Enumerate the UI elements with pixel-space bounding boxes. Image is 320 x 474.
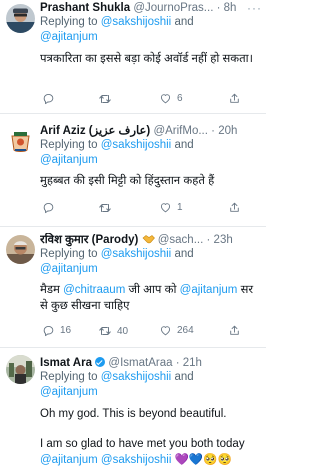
replying-to: Replying to @sakshijoshii and @ajitanjum	[40, 138, 262, 168]
mention-link[interactable]: @ajitanjum	[40, 154, 98, 166]
tweet-text-part: जी आप को	[125, 284, 180, 296]
like-count: 1	[177, 202, 183, 213]
mention-link[interactable]: @ajitanjum	[40, 31, 98, 43]
reply-thread: Prashant Shukla @JournoPras... · 8h ··· …	[0, 0, 266, 474]
mention-link[interactable]: @ajitanjum	[40, 263, 98, 275]
replying-to: Replying to @sakshijoshii and @ajitanjum	[40, 15, 262, 45]
tweet-text-line: I am so glad to have met you both today	[40, 438, 245, 450]
mention-link[interactable]: @ajitanjum	[180, 284, 238, 296]
tweet-item[interactable]: Arif Aziz (عارف عزیز) @ArifMo... · 20h R…	[0, 114, 266, 227]
timestamp[interactable]: 21h	[183, 357, 202, 369]
separator-dot: ·	[206, 234, 211, 246]
tweet-header: Ismat Ara @IsmatAraa · 21h	[40, 356, 262, 370]
author-name[interactable]: Prashant Shukla	[40, 2, 130, 14]
reply-icon	[42, 324, 55, 337]
share-button[interactable]	[228, 201, 241, 214]
tweet-text: मुहब्बत की इसी मिट्टी को हिंदुस्तान कहते…	[40, 175, 215, 187]
replying-and: and	[174, 16, 194, 28]
retweet-icon	[98, 324, 112, 338]
avatar[interactable]	[6, 127, 35, 156]
like-count: 6	[177, 93, 183, 104]
avatar[interactable]	[6, 355, 35, 384]
handshake-emoji-icon	[142, 235, 155, 244]
replying-label: Replying to	[40, 371, 98, 383]
author-name[interactable]: Arif Aziz (عارف عزیز)	[40, 125, 150, 137]
like-icon	[159, 92, 172, 105]
replying-and: and	[174, 371, 194, 383]
share-button[interactable]	[228, 92, 241, 105]
retweet-button[interactable]	[98, 92, 117, 106]
mention-link[interactable]: @sakshijoshii	[101, 139, 171, 151]
like-button[interactable]: 1	[159, 201, 183, 214]
reply-icon	[42, 92, 55, 105]
tweet-header: रविश कुमार (Parody) @sach... · 23h	[40, 233, 262, 247]
avatar[interactable]	[6, 4, 35, 33]
tweet-actions: 16 40 264	[40, 324, 252, 340]
share-icon	[228, 201, 241, 214]
retweet-count: 40	[117, 325, 129, 337]
like-icon	[159, 324, 172, 337]
tweet-text-line: Oh my god. This is beyond beautiful.	[40, 408, 227, 420]
mention-link[interactable]: @sakshijoshii	[101, 371, 171, 383]
timestamp[interactable]: 20h	[218, 125, 237, 137]
replying-and: and	[174, 139, 194, 151]
like-count: 264	[177, 325, 194, 336]
more-options-icon[interactable]: ···	[247, 1, 262, 15]
retweet-button[interactable]: 40	[98, 324, 128, 338]
separator-dot: ·	[216, 2, 221, 14]
separator-dot: ·	[211, 125, 215, 137]
share-icon	[228, 324, 241, 337]
retweet-icon	[98, 201, 112, 215]
replying-label: Replying to	[40, 248, 98, 260]
share-icon	[228, 92, 241, 105]
reply-button[interactable]	[42, 92, 60, 105]
author-name[interactable]: Ismat Ara	[40, 357, 92, 369]
author-handle[interactable]: @ArifMo...	[153, 125, 208, 137]
emoji-sequence: 💜💙🥺🥺	[174, 454, 232, 466]
tweet-text-part: मैडम	[40, 284, 64, 296]
timestamp[interactable]: 8h	[224, 2, 237, 14]
mention-link[interactable]: @sakshijoshii	[101, 248, 171, 260]
author-handle[interactable]: @JournoPras...	[133, 2, 213, 14]
reply-count: 16	[60, 325, 72, 336]
separator-dot: ·	[175, 357, 180, 369]
replying-and: and	[174, 248, 194, 260]
like-button[interactable]: 6	[159, 92, 183, 105]
replying-label: Replying to	[40, 139, 98, 151]
tweet-text-line: @ajitanjum @sakshijoshii 💜💙🥺🥺	[40, 452, 262, 468]
tweet-text: Oh my god. This is beyond beautiful. I a…	[40, 406, 262, 468]
tweet-actions: 1	[40, 201, 252, 217]
tweet-header: Prashant Shukla @JournoPras... · 8h	[40, 1, 262, 15]
mention-link[interactable]: @sakshijoshii	[101, 454, 171, 466]
share-button[interactable]	[228, 324, 241, 337]
tweet-actions: 6	[40, 92, 252, 108]
author-handle[interactable]: @IsmatAraa	[108, 357, 172, 369]
like-button[interactable]: 264	[159, 324, 194, 337]
mention-link[interactable]: @chitraaum	[63, 284, 125, 296]
mention-link[interactable]: @ajitanjum	[40, 386, 98, 398]
reply-button[interactable]	[42, 201, 60, 214]
tweet-text: पत्रकारिता का इससे बड़ा कोई अवॉर्ड नहीं …	[40, 53, 253, 65]
replying-to: Replying to @sakshijoshii and @ajitanjum	[40, 247, 262, 277]
author-name[interactable]: रविश कुमार (Parody)	[40, 234, 138, 246]
tweet-header: Arif Aziz (عارف عزیز) @ArifMo... · 20h	[40, 124, 262, 138]
tweet-item[interactable]: Prashant Shukla @JournoPras... · 8h ··· …	[0, 0, 266, 114]
replying-to: Replying to @sakshijoshii and @ajitanjum	[40, 370, 262, 400]
replying-label: Replying to	[40, 16, 98, 28]
mention-link[interactable]: @ajitanjum	[40, 454, 98, 466]
tweet-item[interactable]: Ismat Ara @IsmatAraa · 21h Replying to @…	[0, 348, 266, 474]
avatar[interactable]	[6, 235, 35, 264]
mention-link[interactable]: @sakshijoshii	[101, 16, 171, 28]
verified-badge-icon	[95, 357, 106, 367]
tweet-item[interactable]: रविश कुमार (Parody) @sach... · 23h Reply…	[0, 227, 266, 348]
timestamp[interactable]: 23h	[214, 234, 233, 246]
retweet-icon	[98, 92, 112, 106]
reply-button[interactable]: 16	[42, 324, 71, 337]
reply-icon	[42, 201, 55, 214]
like-icon	[159, 201, 172, 214]
retweet-button[interactable]	[98, 201, 117, 215]
tweet-text: मैडम @chitraaum जी आप को @ajitanjum सर स…	[40, 282, 262, 314]
author-handle[interactable]: @sach...	[158, 234, 204, 246]
